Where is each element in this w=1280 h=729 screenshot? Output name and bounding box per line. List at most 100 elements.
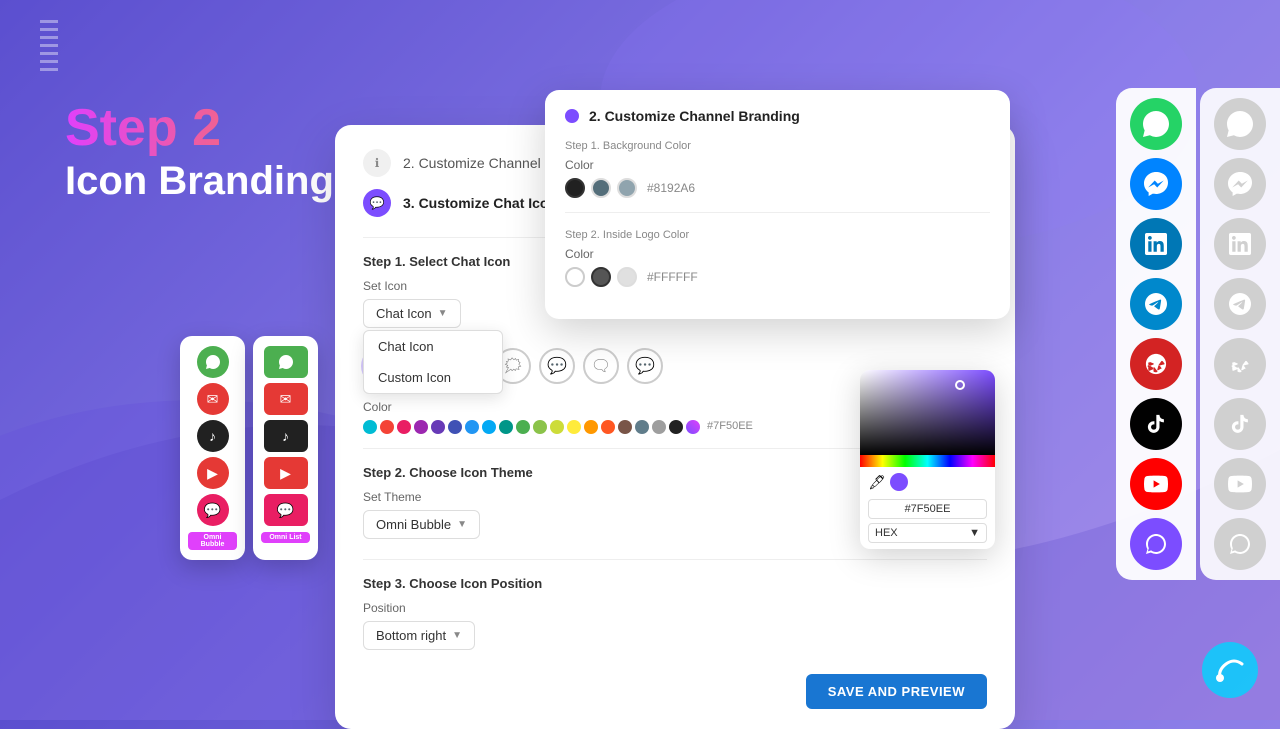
format-label: HEX bbox=[875, 527, 898, 539]
whatsapp-colored-icon[interactable] bbox=[1130, 98, 1182, 150]
palette-dot-purple[interactable] bbox=[414, 420, 428, 434]
palette-dot-dark[interactable] bbox=[669, 420, 683, 434]
theme-dropdown-value: Omni Bubble bbox=[376, 517, 451, 532]
gray-icon-column bbox=[1200, 88, 1280, 580]
colored-icon-column bbox=[1116, 88, 1196, 580]
color-rainbow-bar[interactable] bbox=[860, 455, 995, 467]
icon-option-chat[interactable]: Chat Icon bbox=[364, 331, 502, 362]
eyedropper-icon[interactable]: 🖋 bbox=[868, 474, 886, 491]
bg-color-label: Step 1. Background Color bbox=[565, 140, 990, 152]
palette-dot-gray[interactable] bbox=[652, 420, 666, 434]
palette-dot-dpurple[interactable] bbox=[431, 420, 445, 434]
linkedin-colored-icon[interactable] bbox=[1130, 218, 1182, 270]
telegram-colored-icon[interactable] bbox=[1130, 278, 1182, 330]
palette-dot-blue-gray[interactable] bbox=[635, 420, 649, 434]
palette-dot-yellow[interactable] bbox=[567, 420, 581, 434]
branding-panel: 2. Customize Channel Branding Step 1. Ba… bbox=[545, 90, 1010, 319]
logo-color-value: #FFFFFF bbox=[647, 270, 698, 284]
palette-dot-red[interactable] bbox=[380, 420, 394, 434]
list-icon-row: ✉ ♪ ▶ 💬 bbox=[261, 346, 310, 526]
color-swatch-light[interactable] bbox=[617, 178, 637, 198]
youtube-colored-icon[interactable] bbox=[1130, 458, 1182, 510]
omni-list-label: Omni List bbox=[261, 532, 310, 543]
picker-color-circle bbox=[890, 473, 908, 491]
position-value: Bottom right bbox=[376, 628, 446, 643]
section3-title: Step 3. Choose Icon Position bbox=[363, 576, 987, 591]
palette-dot-pink[interactable] bbox=[397, 420, 411, 434]
icon-dropdown-value: Chat Icon bbox=[376, 306, 432, 321]
color-hex-display: #7F50EE bbox=[707, 420, 753, 434]
icon-dropdown-menu: Chat Icon Custom Icon bbox=[363, 330, 503, 394]
color-picker-bottom: 🖋 HEX ▼ bbox=[860, 467, 995, 549]
left-title-block: Step 2 Icon Branding bbox=[65, 100, 334, 205]
palette-dot-orange[interactable] bbox=[584, 420, 598, 434]
logo-color-section: Step 2. Inside Logo Color Color #FFFFFF bbox=[565, 229, 990, 287]
logo-color-row: #FFFFFF bbox=[565, 267, 990, 287]
color-swatch-white[interactable] bbox=[565, 267, 585, 287]
omni-gray-icon[interactable] bbox=[1214, 518, 1266, 570]
save-preview-button[interactable]: SAVE AND PREVIEW bbox=[806, 674, 987, 709]
palette-dot-deep-orange[interactable] bbox=[601, 420, 615, 434]
branding-panel-title: 2. Customize Channel Branding bbox=[589, 108, 800, 124]
youtube-gray-icon[interactable] bbox=[1214, 458, 1266, 510]
decorative-lines bbox=[40, 20, 58, 76]
icon-theme-opt-6[interactable]: 🗨 bbox=[583, 348, 619, 384]
icon-option-custom[interactable]: Custom Icon bbox=[364, 362, 502, 393]
position-dropdown-button[interactable]: Bottom right ▼ bbox=[363, 621, 475, 650]
palette-dot-lblue[interactable] bbox=[482, 420, 496, 434]
format-select[interactable]: HEX ▼ bbox=[868, 523, 987, 543]
yelp-colored-icon[interactable] bbox=[1130, 338, 1182, 390]
telegram-gray-icon[interactable] bbox=[1214, 278, 1266, 330]
linkedin-gray-icon[interactable] bbox=[1214, 218, 1266, 270]
bg-color-row: #8192A6 bbox=[565, 178, 990, 198]
color-picker-panel: 🖋 HEX ▼ bbox=[860, 370, 995, 549]
yelp-gray-icon[interactable] bbox=[1214, 338, 1266, 390]
icon-theme-opt-5[interactable]: 💬 bbox=[539, 348, 575, 384]
omni-colored-icon[interactable] bbox=[1130, 518, 1182, 570]
theme-dropdown-arrow: ▼ bbox=[457, 519, 467, 530]
right-icon-columns bbox=[1116, 88, 1280, 580]
palette-dot-lime[interactable] bbox=[550, 420, 564, 434]
messenger-gray-icon[interactable] bbox=[1214, 158, 1266, 210]
color-label-2: Color bbox=[565, 247, 990, 261]
palette-dot-selected[interactable] bbox=[686, 420, 700, 434]
tiktok-gray-icon[interactable] bbox=[1214, 398, 1266, 450]
preview-cards-container: ✉ ♪ ▶ 💬 Omni Bubble ✉ ♪ ▶ 💬 Omni List bbox=[180, 336, 318, 560]
bg-color-section: Step 1. Background Color Color #8192A6 bbox=[565, 140, 990, 198]
tiktok-colored-icon[interactable] bbox=[1130, 398, 1182, 450]
palette-dot-green[interactable] bbox=[516, 420, 530, 434]
list-icon-tiktok: ♪ bbox=[264, 420, 308, 452]
step-number: Step 2 bbox=[65, 99, 221, 157]
color-swatch-dark[interactable] bbox=[565, 178, 585, 198]
bubble-icon-whatsapp bbox=[197, 346, 229, 378]
icon-dropdown-button[interactable]: Chat Icon ▼ bbox=[363, 299, 461, 328]
messenger-colored-icon[interactable] bbox=[1130, 158, 1182, 210]
color-swatch-light2[interactable] bbox=[617, 267, 637, 287]
whatsapp-gray-icon[interactable] bbox=[1214, 98, 1266, 150]
palette-dot-indigo[interactable] bbox=[448, 420, 462, 434]
bubble-icon-youtube: ▶ bbox=[197, 457, 229, 489]
bubble-icon-email: ✉ bbox=[197, 383, 229, 415]
omni-bubble-label: Omni Bubble bbox=[188, 532, 237, 550]
icon-theme-opt-7[interactable]: 💬 bbox=[627, 348, 663, 384]
palette-dot-teal[interactable] bbox=[499, 420, 513, 434]
color-label-1: Color bbox=[565, 158, 990, 172]
hex-input[interactable] bbox=[868, 499, 987, 519]
theme-dropdown-button[interactable]: Omni Bubble ▼ bbox=[363, 510, 480, 539]
bottom-right-logo bbox=[1200, 640, 1260, 700]
color-swatch-slate[interactable] bbox=[591, 178, 611, 198]
omni-bubble-card: ✉ ♪ ▶ 💬 Omni Bubble bbox=[180, 336, 245, 560]
format-arrow: ▼ bbox=[969, 527, 980, 539]
palette-dot-blue[interactable] bbox=[465, 420, 479, 434]
logo-color-label: Step 2. Inside Logo Color bbox=[565, 229, 990, 241]
step-2-icon: ℹ bbox=[363, 149, 391, 177]
color-swatch-gray[interactable] bbox=[591, 267, 611, 287]
palette-dot-cyan[interactable] bbox=[363, 420, 377, 434]
step-3-label: 3. Customize Chat Icon bbox=[403, 195, 557, 211]
color-gradient-box[interactable] bbox=[860, 370, 995, 455]
list-icon-omni: 💬 bbox=[264, 494, 308, 526]
bubble-icon-omni: 💬 bbox=[197, 494, 229, 526]
branding-panel-header: 2. Customize Channel Branding bbox=[565, 108, 990, 124]
palette-dot-lgreen[interactable] bbox=[533, 420, 547, 434]
palette-dot-brown[interactable] bbox=[618, 420, 632, 434]
